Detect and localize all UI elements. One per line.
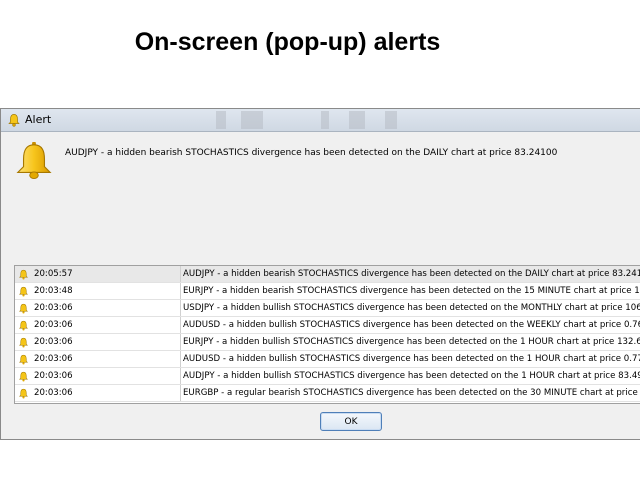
background-artifact	[216, 111, 226, 129]
alert-time: 20:03:06	[34, 337, 73, 347]
alert-text: USDJPY - a hidden bullish STOCHASTICS di…	[183, 303, 640, 313]
alert-time: 20:03:06	[34, 354, 73, 364]
list-item[interactable]: 20:03:48 EURJPY - a hidden bearish STOCH…	[15, 283, 640, 300]
alert-text: EURJPY - a hidden bearish STOCHASTICS di…	[183, 286, 640, 296]
page-heading: On-screen (pop-up) alerts	[134, 28, 441, 56]
list-item[interactable]: 20:03:06 EURGBP - a regular bearish STOC…	[15, 385, 640, 402]
bell-icon	[18, 337, 29, 347]
alert-time: 20:03:06	[34, 371, 73, 381]
alert-time: 20:05:57	[34, 269, 73, 279]
list-item[interactable]: 20:03:06 AUDJPY - a hidden bullish STOCH…	[15, 368, 640, 385]
background-artifact	[385, 111, 397, 129]
bell-icon	[18, 371, 29, 381]
list-item[interactable]: 20:03:06 EURJPY - a hidden bullish STOCH…	[15, 334, 640, 351]
alert-history-list[interactable]: 20:05:57 AUDJPY - a hidden bearish STOCH…	[14, 265, 640, 404]
alert-text: AUDJPY - a hidden bearish STOCHASTICS di…	[183, 269, 640, 279]
list-item[interactable]: 20:05:57 AUDJPY - a hidden bearish STOCH…	[15, 266, 640, 283]
list-item[interactable]: 20:03:06 AUDUSD - a hidden bullish STOCH…	[15, 317, 640, 334]
alert-text: EURJPY - a hidden bullish STOCHASTICS di…	[183, 337, 640, 347]
bell-icon	[18, 303, 29, 313]
bell-icon	[18, 320, 29, 330]
bell-icon	[18, 269, 29, 279]
alert-time: 20:03:06	[34, 303, 73, 313]
bell-icon	[18, 388, 29, 398]
bell-icon	[8, 114, 20, 127]
background-artifact	[241, 111, 263, 129]
alert-time: 20:03:06	[34, 388, 73, 398]
bell-icon	[16, 142, 52, 180]
alert-dialog: Alert AUDJPY - a hidden bearish STOCHAST…	[0, 108, 640, 440]
alert-text: AUDUSD - a hidden bullish STOCHASTICS di…	[183, 320, 640, 330]
ok-button[interactable]: OK	[320, 412, 382, 431]
alert-time: 20:03:06	[34, 320, 73, 330]
bell-icon	[18, 286, 29, 296]
alert-text: EURGBP - a regular bearish STOCHASTICS d…	[183, 388, 640, 398]
list-item[interactable]: 20:03:06 AUDUSD - a hidden bullish STOCH…	[15, 351, 640, 368]
alert-text: AUDUSD - a hidden bullish STOCHASTICS di…	[183, 354, 640, 364]
bell-icon	[18, 354, 29, 364]
alert-text: AUDJPY - a hidden bullish STOCHASTICS di…	[183, 371, 640, 381]
dialog-title: Alert	[25, 113, 52, 126]
background-artifact	[321, 111, 329, 129]
background-artifact	[349, 111, 365, 129]
alert-message: AUDJPY - a hidden bearish STOCHASTICS di…	[65, 148, 558, 158]
title-bar[interactable]: Alert	[1, 109, 640, 132]
alert-time: 20:03:48	[34, 286, 73, 296]
list-item[interactable]: 20:03:06 USDJPY - a hidden bullish STOCH…	[15, 300, 640, 317]
